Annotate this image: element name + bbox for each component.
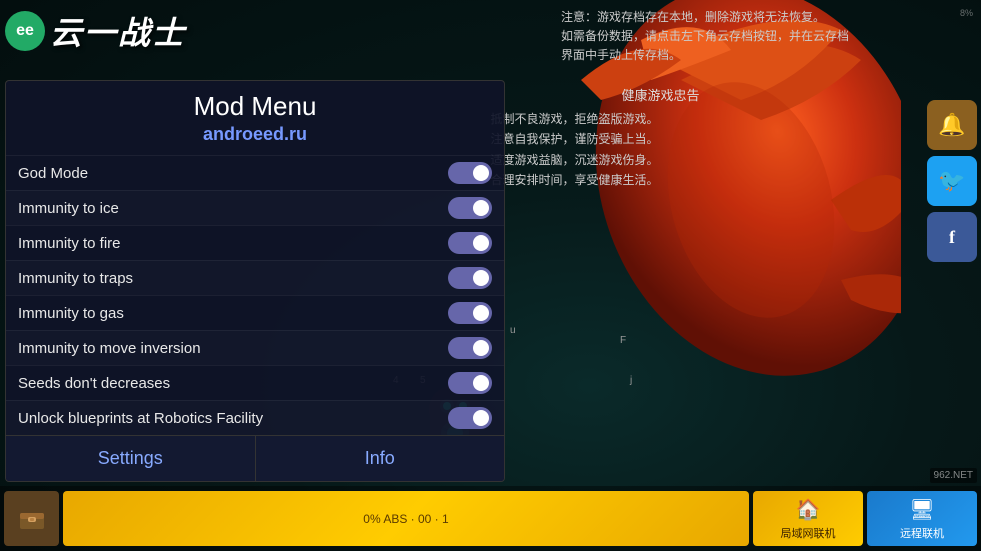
level-marker-f: F: [620, 335, 626, 346]
logo-area: ee 云一战士: [5, 8, 186, 54]
logo-main-text: 云一战士: [50, 8, 186, 54]
remote-network-label: 远程联机: [900, 525, 944, 541]
mod-label: Immunity to gas: [18, 305, 124, 322]
toggle-god-mode[interactable]: [448, 162, 492, 184]
health-line-3: 适度游戏益脑，沉迷游戏伤身。: [491, 150, 831, 170]
tab-info-label: Info: [365, 448, 395, 468]
mod-label: Immunity to move inversion: [18, 340, 201, 357]
bottom-bar: 0% ABS · 00 · 1 🏠 局域网联机 🖥 远程联机: [0, 486, 981, 551]
logo-circle: ee: [5, 11, 45, 51]
tab-settings[interactable]: Settings: [6, 436, 256, 481]
toggle-immunity-gas[interactable]: [448, 302, 492, 324]
list-item[interactable]: God Mode: [6, 155, 504, 190]
facebook-icon: f: [949, 227, 955, 248]
list-item[interactable]: Immunity to gas: [6, 295, 504, 330]
bell-icon: 🔔: [938, 112, 965, 138]
remote-network-button[interactable]: 🖥 远程联机: [867, 491, 977, 546]
list-item[interactable]: Immunity to ice: [6, 190, 504, 225]
notice-small-label: 8%: [960, 8, 973, 18]
local-network-label: 局域网联机: [781, 525, 836, 541]
toggle-immunity-move[interactable]: [448, 337, 492, 359]
local-network-icon: 🏠: [796, 497, 821, 522]
local-network-button[interactable]: 🏠 局域网联机: [753, 491, 863, 546]
level-marker-u: u: [510, 325, 516, 336]
save-notice-text: 注意：游戏存档存在本地，删除游戏将无法恢复。 如需备份数据，请点击左下角云存档按…: [561, 10, 849, 62]
mod-label: Unlock blueprints at Robotics Facility: [18, 410, 263, 427]
bell-button[interactable]: 🔔: [927, 100, 977, 150]
level-marker-j: j: [630, 375, 632, 386]
right-side-buttons: 🔔 🐦 f: [927, 100, 977, 262]
remote-network-icon: 🖥: [909, 497, 934, 522]
list-item[interactable]: Immunity to move inversion: [6, 330, 504, 365]
health-line-4: 合理安排时间，享受健康生活。: [491, 170, 831, 190]
toggle-immunity-fire[interactable]: [448, 232, 492, 254]
mod-label: Immunity to fire: [18, 235, 121, 252]
progress-text: 0% ABS · 00 · 1: [363, 512, 448, 526]
twitter-icon: 🐦: [938, 168, 965, 194]
toggle-immunity-ice[interactable]: [448, 197, 492, 219]
toggle-blueprints[interactable]: [448, 407, 492, 429]
watermark: 962.NET: [930, 468, 977, 483]
mod-label: Immunity to ice: [18, 200, 119, 217]
mod-menu-header: Mod Menu androeed.ru: [6, 81, 504, 155]
list-item[interactable]: Seeds don't decreases: [6, 365, 504, 400]
tab-info[interactable]: Info: [256, 436, 505, 481]
facebook-button[interactable]: f: [927, 212, 977, 262]
mod-menu-list: God Mode Immunity to ice Immunity to fir…: [6, 155, 504, 435]
toggle-immunity-traps[interactable]: [448, 267, 492, 289]
mod-menu-panel: Mod Menu androeed.ru God Mode Immunity t…: [5, 80, 505, 482]
health-notice-area: 健康游戏忠告 抵制不良游戏，拒绝盗版游戏。 注意自我保护，谨防受骗上当。 适度游…: [491, 85, 831, 191]
list-item[interactable]: Immunity to traps: [6, 260, 504, 295]
list-item[interactable]: Unlock blueprints at Robotics Facility: [6, 400, 504, 435]
chest-icon-button[interactable]: [4, 491, 59, 546]
mod-menu-subtitle: androeed.ru: [22, 124, 488, 145]
progress-bar: 0% ABS · 00 · 1: [63, 491, 749, 546]
save-notice: 注意：游戏存档存在本地，删除游戏将无法恢复。 如需备份数据，请点击左下角云存档按…: [561, 8, 931, 66]
health-line-2: 注意自我保护，谨防受骗上当。: [491, 129, 831, 149]
tab-settings-label: Settings: [98, 448, 163, 468]
health-notice-title: 健康游戏忠告: [491, 85, 831, 107]
watermark-text: 962.NET: [934, 470, 973, 481]
mod-label: God Mode: [18, 165, 88, 182]
toggle-seeds[interactable]: [448, 372, 492, 394]
health-line-1: 抵制不良游戏，拒绝盗版游戏。: [491, 109, 831, 129]
list-item[interactable]: Immunity to fire: [6, 225, 504, 260]
twitter-button[interactable]: 🐦: [927, 156, 977, 206]
mod-label: Immunity to traps: [18, 270, 133, 287]
mod-menu-title: Mod Menu: [22, 91, 488, 122]
mod-menu-tabs: Settings Info: [6, 435, 504, 481]
logo-circle-text: ee: [16, 22, 34, 40]
mod-label: Seeds don't decreases: [18, 375, 170, 392]
